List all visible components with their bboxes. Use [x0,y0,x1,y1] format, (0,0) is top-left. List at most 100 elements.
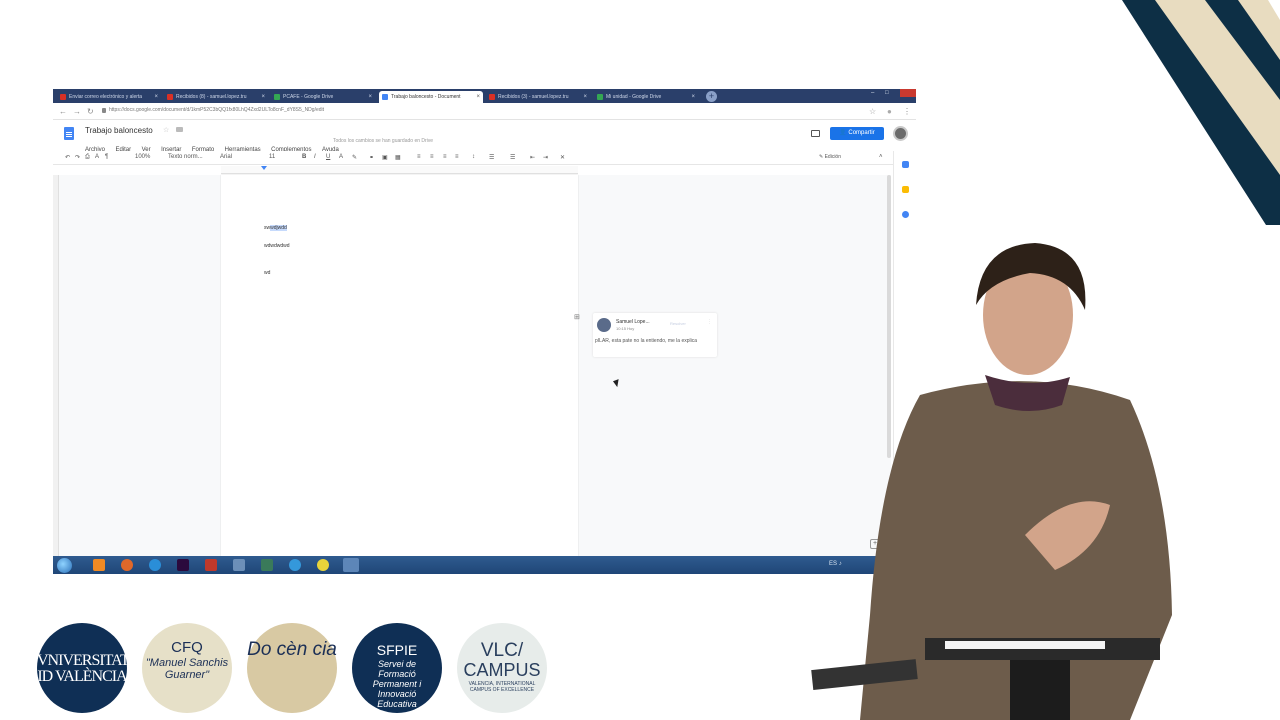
gmail-icon [167,94,173,100]
stripe-navy-2 [1205,0,1280,100]
windows-start-icon[interactable] [57,558,72,573]
browser-tab-drive-pcafe[interactable]: PCAFE - Google Drive × [271,91,375,103]
maximize-icon[interactable]: □ [885,90,889,96]
editing-mode-select[interactable]: ✎ Edición [819,154,841,160]
universitat-valencia-logo: VNIVERSITAT ID VALÈNCIA [37,623,130,713]
star-icon[interactable]: ☆ [163,126,169,134]
body-line-3[interactable]: wd [264,270,270,276]
saved-status[interactable]: Todos los cambios se han guardado en Dri… [333,138,433,144]
premiere-icon[interactable] [177,559,189,571]
vertical-ruler[interactable] [53,175,59,556]
print-icon[interactable]: ⎙ [85,154,90,161]
internet-explorer-icon[interactable] [149,559,161,571]
bulleted-list-icon[interactable]: ☰ [510,154,515,161]
decrease-indent-icon[interactable]: ⇤ [530,154,535,161]
screen-recorder-icon[interactable] [261,559,273,571]
underline-icon[interactable]: U [326,154,330,160]
account-avatar[interactable] [893,126,908,141]
paint-format-icon[interactable]: ¶ [105,154,108,160]
docencia-text: Do cèn cia [247,639,337,660]
docencia-logo: Do cèn cia [247,623,337,713]
justify-icon[interactable]: ≡ [455,154,459,160]
close-icon[interactable]: × [476,91,480,103]
close-icon[interactable]: × [154,91,158,103]
zoom-select[interactable]: 100% [135,154,150,160]
body-line-2[interactable]: wdwdwdwd [264,243,290,249]
align-left-icon[interactable]: ≡ [417,154,421,160]
docs-toolbar: ↶ ↷ ⎙ A ¶ 100% Texto norm... Arial 11 B … [53,151,916,165]
mouse-cursor-icon [612,379,622,388]
new-tab-button[interactable]: + [706,91,717,102]
align-center-icon[interactable]: ≡ [430,154,434,160]
chevron-up-icon[interactable]: ˄ [879,154,883,160]
filezilla-icon[interactable] [205,559,217,571]
kebab-menu-icon[interactable]: ⋮ [903,107,911,116]
numbered-list-icon[interactable]: ☰ [489,154,494,161]
share-button[interactable]: 👤 Compartir [830,127,884,140]
comments-icon[interactable] [811,130,820,137]
link-icon[interactable]: ⚭ [369,154,374,161]
close-icon[interactable]: × [261,91,265,103]
reload-icon[interactable]: ↻ [87,107,94,116]
font-size-select[interactable]: 11 [269,154,275,160]
media-player-icon[interactable] [317,559,329,571]
add-comment-icon[interactable]: ⊞ [574,313,580,321]
close-icon[interactable]: × [691,91,695,103]
browser-tab-gmail-send[interactable]: Enviar correo electrónico y alerta × [57,91,161,103]
network-icon[interactable] [289,559,301,571]
clear-formatting-icon[interactable]: ✕ [560,154,565,161]
browser-tab-docs-active[interactable]: Trabajo baloncesto - Document × [379,91,483,103]
comment-time: 10:15 Hoy [616,326,635,331]
docs-menu-bar: Archivo Editar Ver Insertar Formato Herr… [85,138,345,153]
calendar-icon[interactable] [902,161,909,168]
redo-icon[interactable]: ↷ [75,154,80,161]
back-icon[interactable]: ← [59,107,67,116]
vlc-icon[interactable] [93,559,105,571]
minimize-icon[interactable]: – [871,90,874,96]
text-color-icon[interactable]: A [339,154,343,160]
indent-marker[interactable] [261,166,267,170]
document-page[interactable]: swwdjwdd wdwdwdwd wd [221,175,578,556]
docs-logo-icon[interactable] [64,127,74,140]
bookmark-star-icon[interactable]: ☆ [869,107,876,116]
firefox-icon[interactable] [121,559,133,571]
stripe-navy-1 [1122,0,1280,225]
chrome-icon[interactable] [343,558,359,572]
forward-icon[interactable]: → [73,107,81,116]
highlight-icon[interactable]: ✎ [352,154,357,161]
folder-icon[interactable] [176,127,183,132]
more-options-icon[interactable]: ⋮ [707,319,712,325]
close-icon[interactable]: × [583,91,587,103]
document-title[interactable]: Trabajo baloncesto [85,126,153,135]
tab-label: Mi unidad - Google Drive [606,94,662,100]
browser-tab-drive-mi-unidad[interactable]: Mi unidad - Google Drive × [594,91,698,103]
horizontal-ruler[interactable] [221,166,578,174]
close-icon[interactable]: × [368,91,372,103]
gmail-icon [489,94,495,100]
sfpie-subtitle: Servei de Formació Permanent i Innovació… [372,659,422,709]
line-spacing-icon[interactable]: ↕ [472,154,475,160]
align-right-icon[interactable]: ≡ [443,154,447,160]
highlighted-text[interactable]: wdjwdd [270,225,287,231]
bold-icon[interactable]: B [302,154,306,160]
body-line-1[interactable]: swwdjwdd [264,225,287,231]
tasks-icon[interactable] [902,211,909,218]
comment-card[interactable]: Samuel Lope... 10:15 Hoy Resolver ⋮ pILA… [593,313,717,357]
insert-comment-icon[interactable]: ▣ [382,154,388,161]
insert-image-icon[interactable]: ▦ [395,154,401,161]
keep-icon[interactable] [902,186,909,193]
italic-icon[interactable]: I [314,154,316,160]
spellcheck-icon[interactable]: A [95,154,99,160]
profile-icon[interactable]: ● [887,107,892,116]
window-close-button[interactable] [900,89,916,97]
undo-icon[interactable]: ↶ [65,154,70,161]
font-select[interactable]: Arial [220,154,232,160]
browser-tab-gmail-inbox-2[interactable]: Recibidos (3) - samuel.lopez.tru × [486,91,590,103]
resolve-button[interactable]: Resolver [670,321,686,326]
wordpad-icon[interactable] [233,559,245,571]
lectern-white-edge [945,641,1105,649]
url-field[interactable]: https://docs.google.com/document/d/1kmP5… [109,107,324,113]
browser-tab-gmail-inbox[interactable]: Recibidos (8) - samuel.lopez.tru × [164,91,268,103]
style-select[interactable]: Texto norm... [168,154,203,160]
increase-indent-icon[interactable]: ⇥ [543,154,548,161]
